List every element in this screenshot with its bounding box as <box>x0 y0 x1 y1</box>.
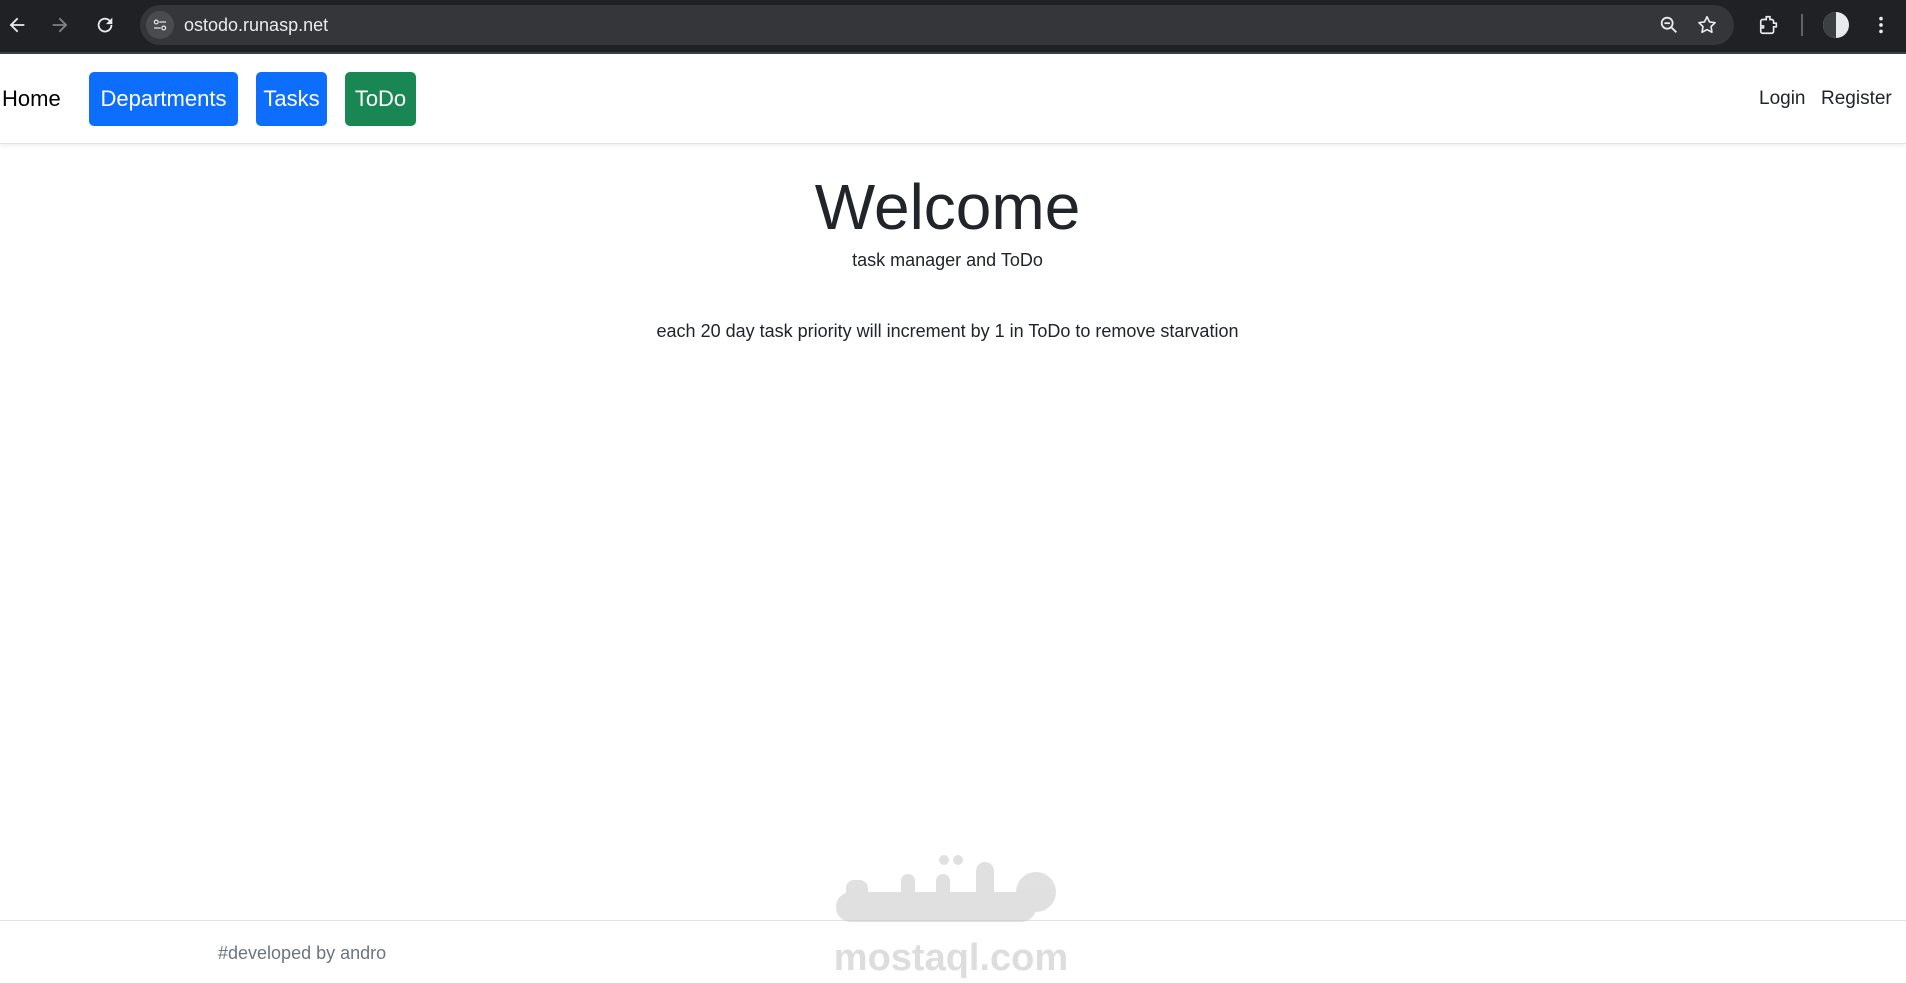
site-settings-icon[interactable] <box>146 11 174 39</box>
nav-todo-button[interactable]: ToDo <box>345 72 416 126</box>
back-arrow-icon <box>9 17 25 33</box>
zoom-icon[interactable] <box>1658 14 1680 36</box>
forward-arrow-icon <box>52 17 68 33</box>
register-link[interactable]: Register <box>1821 88 1892 110</box>
login-link[interactable]: Login <box>1759 88 1806 110</box>
back-button[interactable] <box>2 10 32 40</box>
bookmark-star-icon[interactable] <box>1696 14 1718 36</box>
reload-icon <box>97 17 113 33</box>
profile-avatar-icon[interactable] <box>1823 12 1849 38</box>
nav-departments-button[interactable]: Departments <box>89 72 238 126</box>
nav-home-link[interactable]: Home <box>2 86 61 112</box>
url-text[interactable]: ostodo.runasp.net <box>184 15 328 36</box>
page-title: Welcome <box>814 171 1081 243</box>
browser-toolbar: ostodo.runasp.net <box>0 0 1906 54</box>
toolbar-divider <box>1801 14 1803 36</box>
svg-text:mostaql.com: mostaql.com <box>834 937 1068 979</box>
info-note: each 20 day task priority will increment… <box>656 321 1239 341</box>
nav-tasks-button[interactable]: Tasks <box>256 72 327 126</box>
site-navbar: Home Departments Tasks ToDo Login Regist… <box>0 56 1906 144</box>
menu-kebab-icon[interactable] <box>1868 12 1894 38</box>
extensions-icon[interactable] <box>1756 12 1782 38</box>
reload-button[interactable] <box>90 10 120 40</box>
forward-button[interactable] <box>45 10 75 40</box>
footer-credit: #developed by andro <box>218 943 387 963</box>
address-bar[interactable]: ostodo.runasp.net <box>140 5 1734 45</box>
page-subtitle: task manager and ToDo <box>852 250 1043 270</box>
mostaql-watermark-logo: mostaql.com <box>834 855 1068 979</box>
